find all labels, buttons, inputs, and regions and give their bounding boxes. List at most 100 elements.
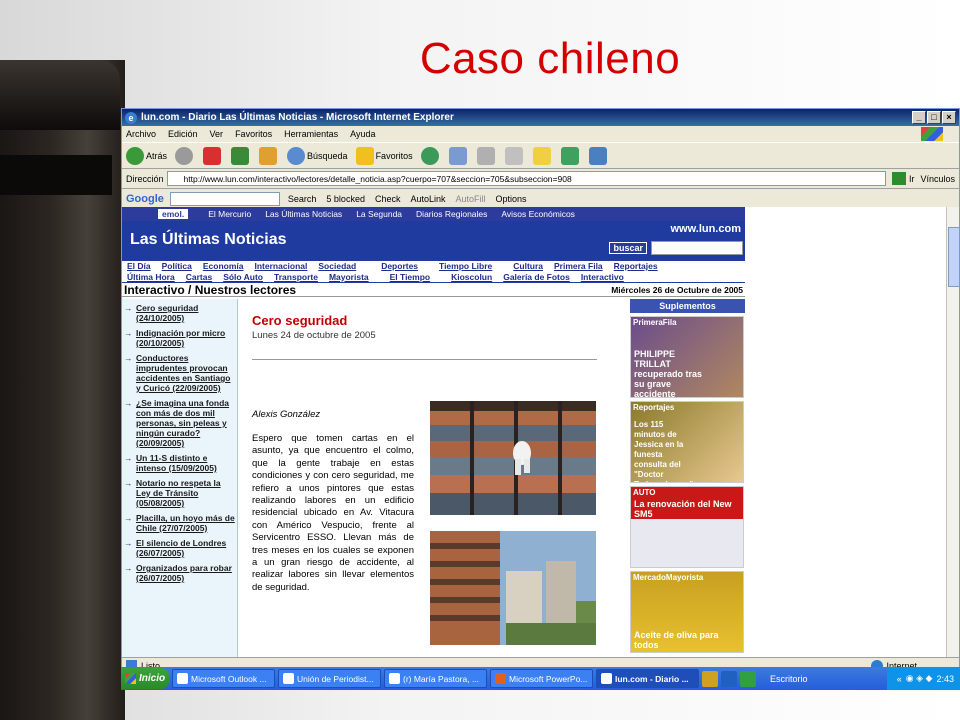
home-button[interactable] — [259, 146, 279, 165]
ad-primera-fila[interactable]: PrimeraFila PHILIPPE TRILLAT recuperado … — [630, 316, 744, 398]
taskbar-item-maria-pastora[interactable]: (r) María Pastora, ... — [384, 669, 487, 688]
excel-icon[interactable] — [740, 670, 756, 687]
back-button[interactable]: Atrás — [126, 146, 167, 165]
go-button[interactable]: Ir — [891, 172, 914, 185]
emol-link-mercurio[interactable]: El Mercurio — [208, 209, 251, 219]
ad-mercado-mayorista[interactable]: MercadoMayorista Aceite de oliva para to… — [630, 571, 744, 653]
list-item[interactable]: → Placilla, un hoyo más de Chile (27/07/2… — [124, 513, 235, 533]
list-item[interactable]: → Organizados para robar (26/07/2005) — [124, 563, 235, 583]
nav-kioscolun[interactable]: Kioscolun — [451, 272, 492, 282]
nav-economia[interactable]: Economía — [203, 261, 244, 271]
list-item[interactable]: → ¿Se imagina una fonda con más de dos mi… — [124, 398, 235, 448]
emol-link-regionales[interactable]: Diarios Regionales — [416, 209, 487, 219]
emol-link-avisos[interactable]: Avisos Económicos — [501, 209, 575, 219]
taskbar-item-lun[interactable]: lun.com - Diario ... — [596, 669, 699, 688]
scrollbar-thumb[interactable] — [948, 227, 959, 287]
minimize-button[interactable]: _ — [912, 111, 926, 124]
taskbar-item-powerpoint[interactable]: Microsoft PowerPo... — [490, 669, 593, 688]
section-title: Interactivo / Nuestros lectores — [124, 282, 297, 297]
binoculars-image — [0, 60, 125, 720]
arrow-right-icon: → — [124, 453, 133, 463]
lun-brand[interactable]: Las Últimas Noticias — [130, 231, 287, 249]
list-item[interactable]: → Cero seguridad (24/10/2005) — [124, 303, 235, 323]
list-item[interactable]: → Notario no respeta la Ley de Tránsito (… — [124, 478, 235, 508]
research-button[interactable] — [560, 146, 581, 165]
address-input[interactable] — [166, 171, 886, 186]
home-icon — [259, 146, 278, 165]
nav-internacional[interactable]: Internacional — [254, 261, 307, 271]
ie-page-icon — [283, 673, 294, 684]
desktop-toolbar-label[interactable]: Escritorio — [770, 674, 808, 684]
print-button[interactable] — [476, 146, 497, 165]
list-item[interactable]: → El silencio de Londres (26/07/2005) — [124, 538, 235, 558]
quicklaunch-icon[interactable] — [702, 670, 718, 687]
buscar-button[interactable]: buscar — [609, 242, 647, 254]
popup-blocked-button[interactable]: 5 blocked — [326, 194, 365, 204]
ad-auto[interactable]: AUTO La renovación del New SM5 — [630, 486, 744, 568]
stop-button[interactable] — [203, 146, 223, 165]
nav-primera-fila[interactable]: Primera Fila — [554, 261, 603, 271]
close-button[interactable]: × — [942, 111, 956, 124]
vertical-scrollbar[interactable] — [946, 207, 959, 657]
site-search-input[interactable] — [651, 241, 743, 255]
options-button[interactable]: Options — [496, 194, 527, 204]
ad-reportajes[interactable]: Reportajes Los 115 minutos de Jessica en… — [630, 401, 744, 483]
mail-button[interactable] — [448, 146, 469, 165]
emol-logo[interactable]: emol. — [158, 209, 189, 219]
menu-ayuda[interactable]: Ayuda — [350, 129, 375, 139]
links-button[interactable]: Vínculos — [920, 174, 955, 184]
nav-interactivo[interactable]: Interactivo — [581, 272, 624, 282]
nav-ultima-hora[interactable]: Última Hora — [127, 272, 175, 282]
nav-deportes[interactable]: Deportes — [381, 261, 418, 271]
maximize-button[interactable]: □ — [927, 111, 941, 124]
nav-mayorista[interactable]: Mayorista — [329, 272, 369, 282]
menu-archivo[interactable]: Archivo — [126, 129, 156, 139]
menu-edicion[interactable]: Edición — [168, 129, 198, 139]
list-item[interactable]: → Un 11-S distinto e intenso (15/09/2005) — [124, 453, 235, 473]
list-item[interactable]: → Indignación por micro (20/10/2005) — [124, 328, 235, 348]
article-title: Cero seguridad — [252, 313, 348, 328]
nav-solo-auto[interactable]: Sólo Auto — [223, 272, 263, 282]
nav-politica[interactable]: Política — [162, 261, 192, 271]
list-item[interactable]: → Conductores imprudentes provocan accide… — [124, 353, 235, 393]
discuss-button[interactable] — [532, 146, 553, 165]
nav-el-tiempo[interactable]: El Tiempo — [390, 272, 430, 282]
autolink-button[interactable]: AutoLink — [410, 194, 445, 204]
taskbar-item-outlook[interactable]: Microsoft Outlook ... — [172, 669, 275, 688]
word-icon[interactable] — [721, 670, 737, 687]
nav-el-dia[interactable]: El Día — [127, 261, 151, 271]
nav-primary: El Día Política Economía Internacional S… — [122, 259, 745, 271]
history-button[interactable] — [420, 146, 441, 165]
nav-cultura[interactable]: Cultura — [513, 261, 543, 271]
menu-ver[interactable]: Ver — [210, 129, 224, 139]
tray-expand-icon[interactable]: « — [897, 674, 902, 684]
google-search-input[interactable] — [169, 191, 280, 206]
taskbar-item-union-periodistas[interactable]: Unión de Periodist... — [278, 669, 381, 688]
search-button[interactable]: Búsqueda — [287, 146, 348, 165]
nav-reportajes[interactable]: Reportajes — [614, 261, 658, 271]
emol-link-lun[interactable]: Las Últimas Noticias — [265, 209, 342, 219]
binoculars-band — [0, 155, 112, 195]
refresh-icon — [231, 146, 250, 165]
refresh-button[interactable] — [231, 146, 251, 165]
emol-link-segunda[interactable]: La Segunda — [356, 209, 402, 219]
tray-icons[interactable]: ◉ ◈ ◆ — [906, 673, 933, 684]
history-icon — [420, 146, 439, 165]
nav-tiempo-libre[interactable]: Tiempo Libre — [439, 261, 492, 271]
nav-transporte[interactable]: Transporte — [274, 272, 318, 282]
ie-window: e lun.com - Diario Las Últimas Noticias … — [121, 108, 960, 690]
nav-cartas[interactable]: Cartas — [186, 272, 212, 282]
nav-secondary: Última Hora Cartas Sólo Auto Transporte … — [122, 271, 745, 283]
google-search-button[interactable]: Search — [288, 194, 317, 204]
favorites-button[interactable]: Favoritos — [355, 146, 413, 165]
menu-favoritos[interactable]: Favoritos — [235, 129, 272, 139]
edit-button[interactable] — [504, 146, 525, 165]
messenger-button[interactable] — [588, 146, 609, 165]
start-button[interactable]: Inicio — [121, 668, 169, 689]
forward-button[interactable] — [175, 146, 195, 165]
spell-check-button[interactable]: Check — [375, 194, 401, 204]
autofill-button[interactable]: AutoFill — [456, 194, 486, 204]
nav-galeria[interactable]: Galería de Fotos — [503, 272, 570, 282]
nav-sociedad[interactable]: Sociedad — [318, 261, 356, 271]
menu-herramientas[interactable]: Herramientas — [284, 129, 338, 139]
